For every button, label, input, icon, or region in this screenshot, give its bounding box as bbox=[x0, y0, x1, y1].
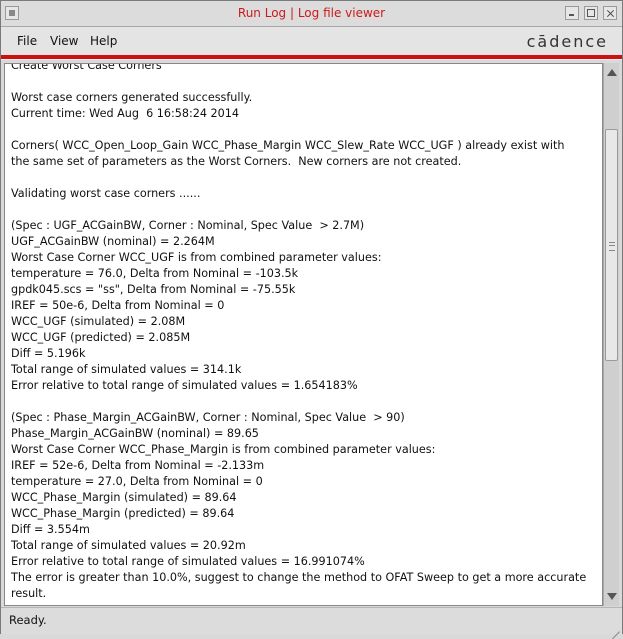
log-content: Create Worst Case Corners Worst case cor… bbox=[11, 63, 587, 602]
log-line: Diff = 3.554m bbox=[11, 523, 90, 536]
log-line: Worst Case Corner WCC_Phase_Margin is fr… bbox=[11, 443, 436, 456]
cadence-logo: cādence bbox=[526, 32, 608, 51]
status-text: Ready. bbox=[9, 613, 47, 627]
log-line: WCC_Phase_Margin (simulated) = 89.64 bbox=[11, 491, 237, 504]
log-viewer-window: Run Log | Log file viewer File View Help… bbox=[0, 0, 623, 634]
log-line: gpdk045.scs = "ss", Delta from Nominal =… bbox=[11, 283, 296, 296]
log-text-area[interactable]: Create Worst Case Corners Worst case cor… bbox=[4, 63, 603, 606]
scroll-down-arrow-icon[interactable] bbox=[605, 590, 618, 603]
log-line: Worst case corners generated successfull… bbox=[11, 91, 253, 104]
scroll-up-arrow-icon[interactable] bbox=[605, 66, 618, 79]
log-line: result. bbox=[11, 587, 47, 600]
log-line: WCC_UGF (predicted) = 2.085M bbox=[11, 331, 191, 344]
log-line: Total range of simulated values = 314.1k bbox=[11, 363, 242, 376]
status-bar: Ready. bbox=[1, 607, 622, 634]
log-line: IREF = 50e-6, Delta from Nominal = 0 bbox=[11, 299, 225, 312]
maximize-icon[interactable] bbox=[584, 6, 598, 20]
log-line: temperature = 76.0, Delta from Nominal =… bbox=[11, 267, 299, 280]
log-line: WCC_Phase_Margin (predicted) = 89.64 bbox=[11, 507, 235, 520]
log-line: (Spec : Phase_Margin_ACGainBW, Corner : … bbox=[11, 411, 405, 424]
menu-view[interactable]: View bbox=[50, 34, 78, 48]
log-line: (Spec : UGF_ACGainBW, Corner : Nominal, … bbox=[11, 219, 365, 232]
log-line: Worst Case Corner WCC_UGF is from combin… bbox=[11, 251, 382, 264]
log-line: Diff = 5.196k bbox=[11, 347, 86, 360]
log-line: Phase_Margin_ACGainBW (nominal) = 89.65 bbox=[11, 427, 259, 440]
scrollbar-thumb[interactable] bbox=[605, 129, 618, 361]
vertical-scrollbar[interactable] bbox=[603, 63, 619, 606]
minimize-icon[interactable] bbox=[565, 6, 579, 20]
log-line: Validating worst case corners ...... bbox=[11, 187, 201, 200]
log-line: Create Worst Case Corners bbox=[11, 63, 162, 72]
log-line: Error relative to total range of simulat… bbox=[11, 379, 358, 392]
log-line: UGF_ACGainBW (nominal) = 2.264M bbox=[11, 235, 215, 248]
log-line: Current time: Wed Aug 6 16:58:24 2014 bbox=[11, 107, 240, 120]
log-line: Total range of simulated values = 20.92m bbox=[11, 539, 246, 552]
grip-icon bbox=[609, 242, 615, 251]
log-line: the same set of parameters as the Worst … bbox=[11, 155, 462, 168]
log-line: The error is greater than 10.0%, suggest… bbox=[11, 571, 587, 584]
menu-bar: File View Help cādence bbox=[1, 27, 622, 55]
window-title: Run Log | Log file viewer bbox=[237, 6, 386, 20]
menu-separator bbox=[1, 59, 622, 60]
log-line: Error relative to total range of simulat… bbox=[11, 555, 365, 568]
resize-grip-icon[interactable] bbox=[608, 620, 620, 632]
log-line: temperature = 27.0, Delta from Nominal =… bbox=[11, 475, 263, 488]
log-line: WCC_UGF (simulated) = 2.08M bbox=[11, 315, 186, 328]
close-icon[interactable] bbox=[603, 6, 617, 20]
title-bar[interactable]: Run Log | Log file viewer bbox=[1, 1, 622, 27]
log-line: IREF = 52e-6, Delta from Nominal = -2.13… bbox=[11, 459, 265, 472]
menu-help[interactable]: Help bbox=[90, 34, 117, 48]
menu-file[interactable]: File bbox=[17, 34, 37, 48]
log-line: Corners( WCC_Open_Loop_Gain WCC_Phase_Ma… bbox=[11, 139, 565, 152]
